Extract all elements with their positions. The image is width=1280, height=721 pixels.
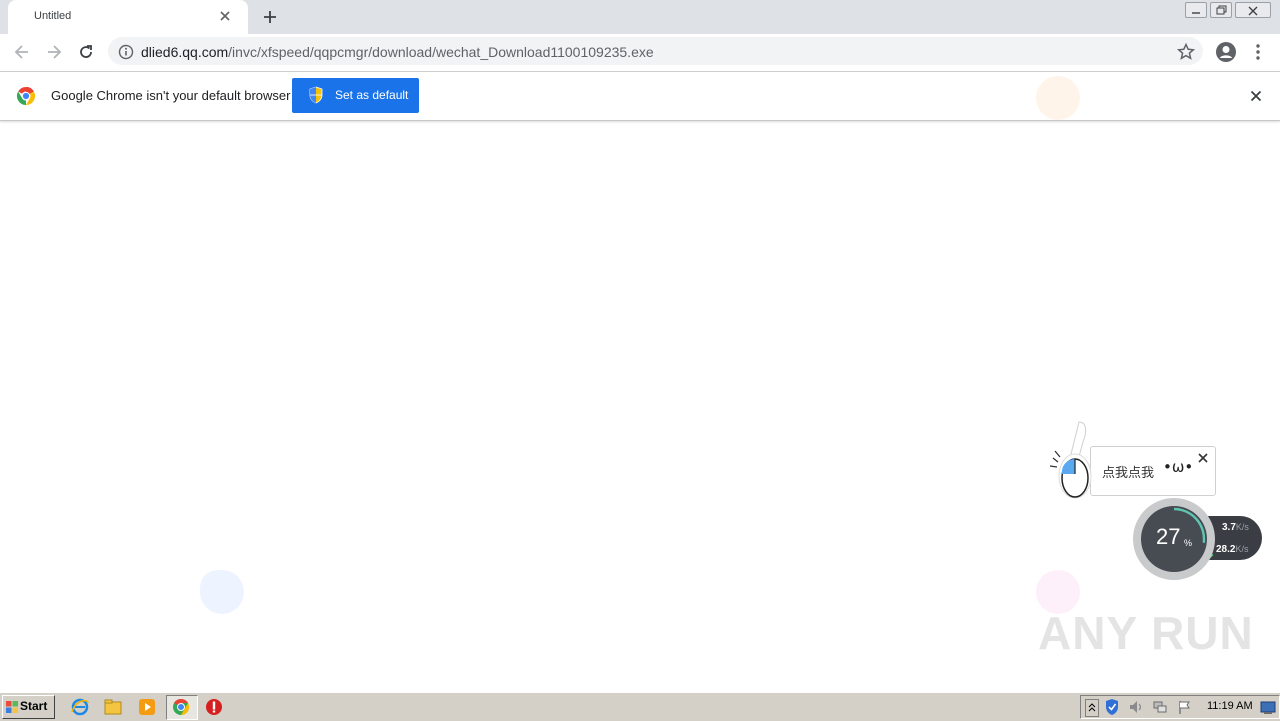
stop-app-icon[interactable]	[204, 697, 224, 717]
media-player-icon[interactable]	[137, 697, 157, 717]
taskbar-clock[interactable]: 11:19 AM	[1207, 700, 1253, 712]
tab-title: Untitled	[34, 10, 72, 22]
windows-logo-icon	[5, 699, 19, 713]
widget-close-icon[interactable]	[1197, 449, 1209, 463]
progress-percent: 27	[1156, 524, 1181, 549]
internet-explorer-icon[interactable]	[70, 697, 90, 717]
site-info-icon[interactable]	[118, 44, 134, 60]
file-explorer-icon[interactable]	[103, 697, 123, 717]
network-icon[interactable]	[1152, 699, 1168, 715]
volume-icon[interactable]	[1128, 699, 1144, 715]
action-center-flag-icon[interactable]	[1177, 699, 1193, 715]
infobar-close-icon[interactable]	[1248, 88, 1264, 104]
profile-avatar-icon[interactable]	[1215, 41, 1237, 63]
back-icon[interactable]	[12, 42, 32, 62]
show-desktop-icon[interactable]	[1260, 700, 1276, 714]
url-path: /invc/xfspeed/qqpcmgr/download/wechat_Do…	[228, 44, 654, 60]
download-speed: 28.2K/s	[1216, 544, 1249, 555]
mouse-mascot-icon[interactable]	[1047, 418, 1095, 504]
tray-expand-icon[interactable]	[1085, 699, 1099, 717]
url-host: dlied6.qq.com	[141, 44, 229, 60]
chrome-logo-icon	[16, 86, 36, 106]
security-shield-icon[interactable]	[1104, 698, 1120, 716]
widget-bubble-text: 点我点我	[1102, 466, 1155, 481]
progress-percent-sign: %	[1184, 538, 1193, 548]
anyrun-watermark: ANY RUN	[1038, 607, 1254, 659]
bookmark-star-icon[interactable]	[1176, 42, 1196, 62]
widget-bubble-face: •ω•	[1163, 458, 1194, 476]
new-tab-icon[interactable]	[260, 7, 280, 27]
url-text[interactable]: dlied6.qq.com/invc/xfspeed/qqpcmgr/downl…	[141, 44, 654, 60]
reload-icon[interactable]	[76, 42, 96, 62]
upload-speed: 3.7K/s	[1222, 522, 1249, 533]
decorative-blob	[200, 570, 244, 614]
infobar-message: Google Chrome isn't your default browser	[51, 88, 291, 103]
menu-kebab-icon[interactable]	[1250, 42, 1266, 62]
tab-close-icon[interactable]	[217, 8, 233, 24]
set-as-default-label: Set as default	[335, 88, 409, 102]
forward-icon[interactable]	[44, 42, 64, 62]
chrome-taskbar-icon	[171, 697, 191, 717]
decorative-blob	[1036, 76, 1080, 120]
minimize-icon[interactable]	[1185, 2, 1207, 18]
start-label: Start	[20, 699, 48, 713]
window-close-icon[interactable]	[1235, 2, 1271, 18]
restore-icon[interactable]	[1210, 2, 1232, 18]
uac-shield-icon	[308, 86, 324, 104]
